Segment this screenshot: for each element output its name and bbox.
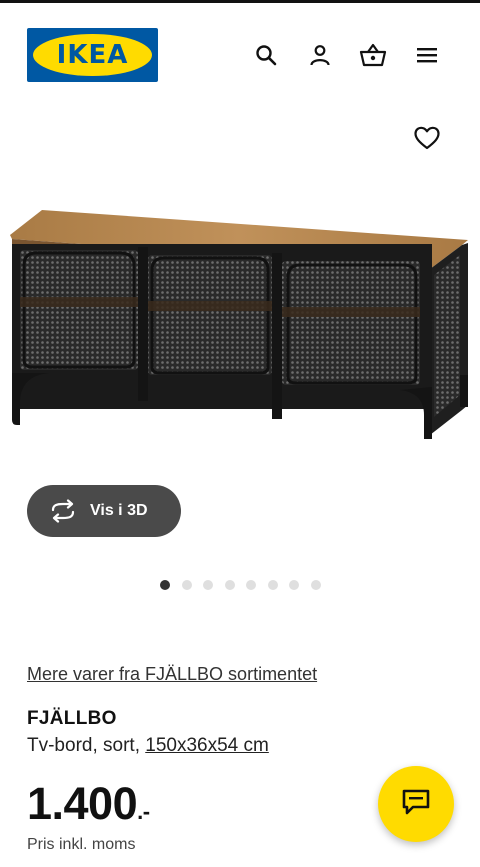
carousel-dot[interactable] [203, 580, 213, 590]
product-image [0, 195, 480, 445]
carousel-dot[interactable] [160, 580, 170, 590]
ikea-logo[interactable]: IKEA ® [27, 28, 158, 82]
heart-icon[interactable] [413, 124, 441, 152]
chat-icon [401, 788, 431, 821]
range-link[interactable]: Mere varer fra FJÄLLBO sortimentet [27, 664, 317, 685]
basket-icon[interactable] [359, 41, 387, 69]
price-suffix: .- [137, 799, 150, 824]
header: IKEA ® [0, 3, 480, 103]
price-value: 1.400 [27, 778, 138, 829]
price-note: Pris inkl. moms [27, 836, 136, 853]
carousel-dot[interactable] [181, 580, 192, 590]
size-link[interactable]: 150x36x54 cm [145, 735, 269, 756]
product-name: FJÄLLBO [27, 708, 117, 729]
logo-registered-mark: ® [145, 40, 150, 46]
carousel-indicator [160, 580, 332, 592]
rotate-3d-icon [49, 499, 77, 523]
carousel-dot[interactable] [267, 580, 278, 590]
view-3d-label: Vis i 3D [90, 502, 148, 519]
product-description: Tv-bord, sort, 150x36x54 cm [27, 735, 269, 757]
logo-text: IKEA [56, 40, 129, 70]
carousel-dot[interactable] [289, 580, 299, 590]
account-icon[interactable] [306, 41, 334, 69]
search-icon[interactable] [252, 41, 280, 69]
price: 1.400.- [27, 778, 150, 830]
view-3d-button[interactable]: Vis i 3D [27, 485, 181, 537]
carousel-dot[interactable] [246, 580, 256, 590]
carousel-dot[interactable] [224, 580, 235, 590]
chat-button[interactable] [378, 766, 454, 842]
carousel-dot[interactable] [310, 580, 321, 590]
menu-icon[interactable] [413, 41, 441, 69]
product-type: Tv-bord, sort, [27, 735, 146, 756]
